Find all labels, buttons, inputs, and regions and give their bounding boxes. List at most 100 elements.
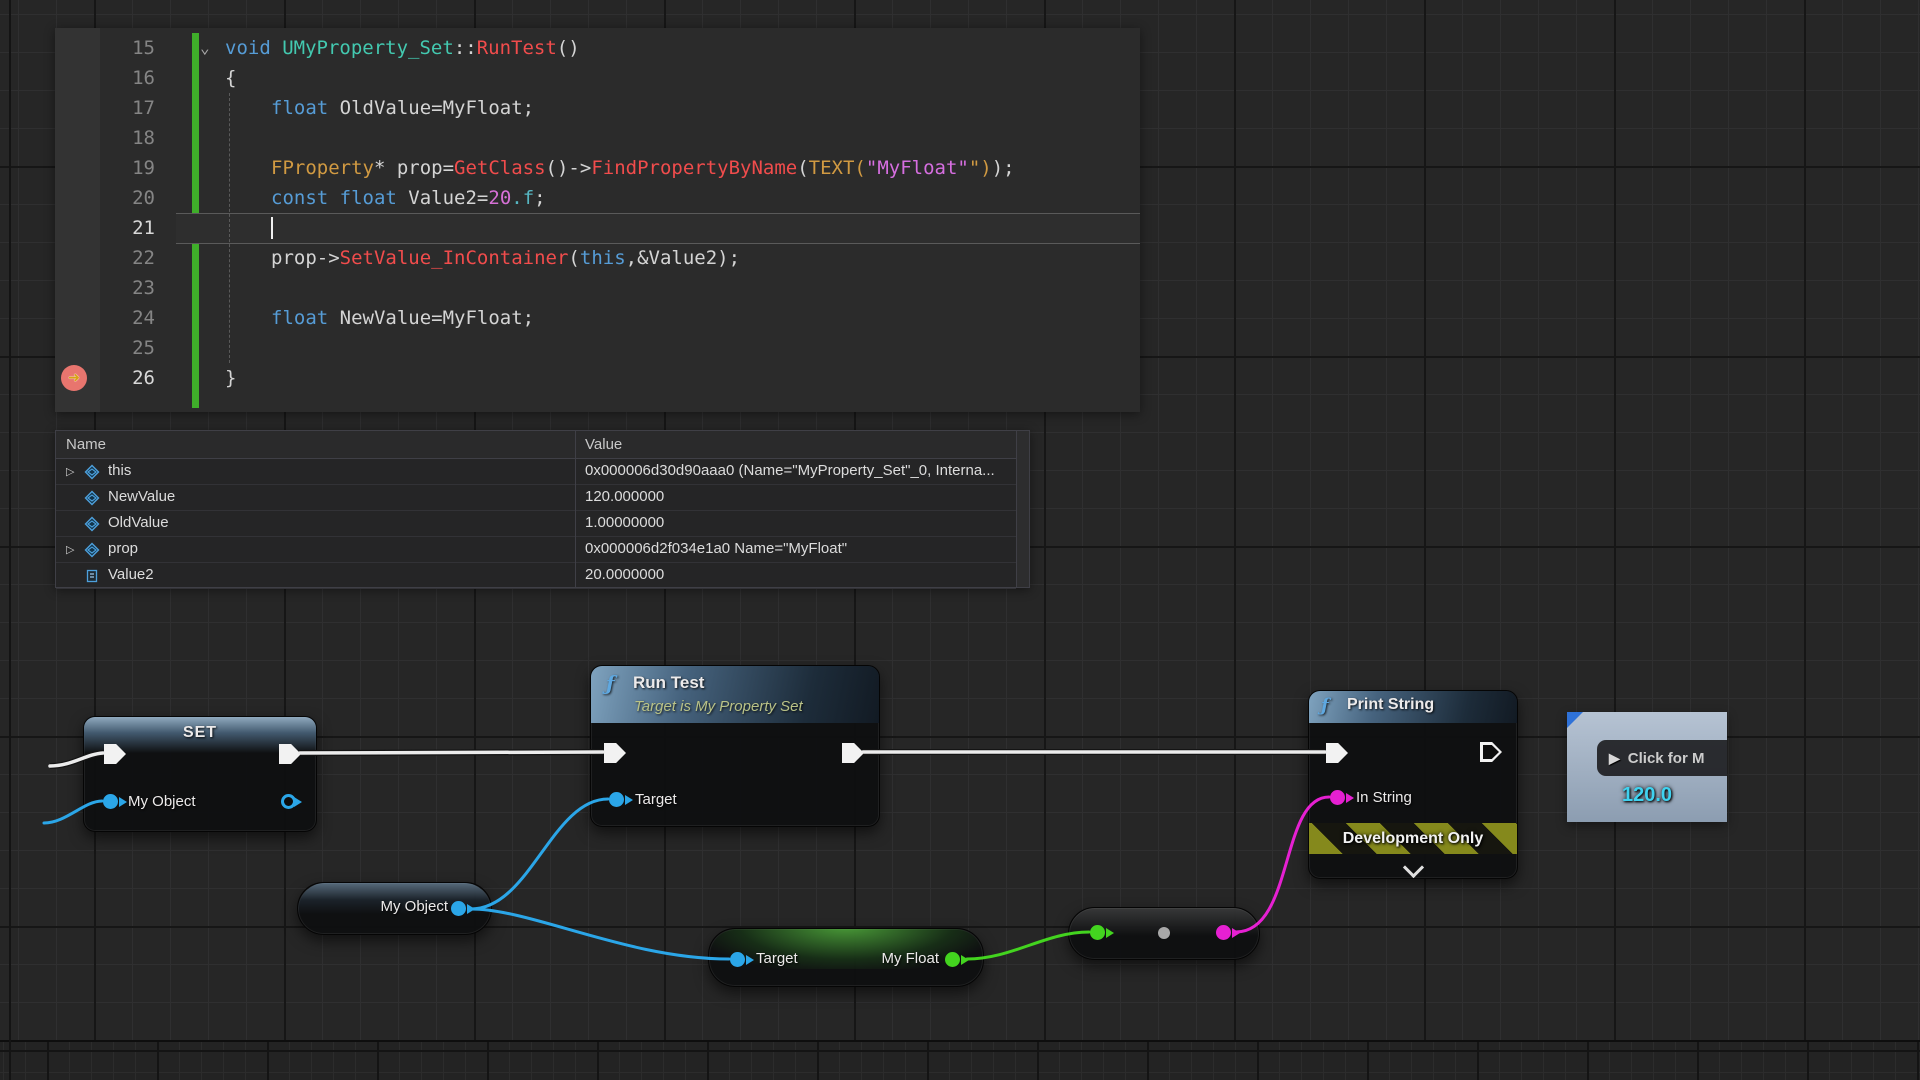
my-object-output-pin[interactable]	[451, 901, 466, 916]
print-string-in-string-label: In String	[1356, 789, 1412, 806]
local-variable-icon	[84, 567, 100, 593]
line-number: 16	[95, 63, 155, 93]
line-number: 23	[95, 273, 155, 303]
code-text: FProperty* prop=GetClass()->FindProperty…	[271, 153, 1015, 183]
code-text: float NewValue=MyFloat;	[271, 303, 534, 333]
get-my-float-output-label: My Float	[869, 950, 939, 967]
set-output-pin[interactable]	[281, 794, 296, 809]
conversion-dot-icon	[1158, 927, 1170, 939]
line-number: 18	[95, 123, 155, 153]
watch-scrollbar[interactable]	[1016, 431, 1029, 587]
node-run-test[interactable]: ƒ Run Test Target is My Property Set Tar…	[590, 665, 880, 827]
code-line-16[interactable]: 16 {	[55, 63, 1140, 93]
watch-window[interactable]: Name Value ▷ this 0x000006d30d90aaa0 (Name…	[55, 430, 1030, 588]
watch-value: 0x000006d30d90aaa0 (Name="MyProperty_Set…	[585, 458, 995, 484]
watch-name: this	[108, 458, 131, 484]
run-test-target-pin[interactable]	[609, 792, 624, 807]
line-number: 20	[95, 183, 155, 213]
code-line-22[interactable]: 22 prop->SetValue_InContainer(this,&Value…	[55, 243, 1140, 273]
code-line-26[interactable]: ➜ 26}	[55, 363, 1140, 393]
code-line-17[interactable]: 17 float OldValue=MyFloat;	[55, 93, 1140, 123]
code-text: const float Value2=20.f;	[271, 183, 546, 213]
column-name[interactable]: Name	[66, 431, 106, 458]
fold-chevron-icon[interactable]: ⌄	[200, 33, 210, 63]
conversion-input-pin[interactable]	[1090, 925, 1105, 940]
watch-value: 1.00000000	[585, 510, 664, 536]
indent-guide	[229, 93, 230, 363]
line-number: 26	[95, 363, 155, 393]
fine-grid-strip	[0, 1040, 1920, 1080]
instruction-pointer-breakpoint-icon[interactable]: ➜	[61, 365, 87, 391]
node-print-string[interactable]: ƒ Print String In String Development Onl…	[1308, 690, 1518, 879]
line-number: 19	[95, 153, 155, 183]
conversion-output-pin[interactable]	[1216, 925, 1231, 940]
line-number: 15	[95, 33, 155, 63]
code-line-24[interactable]: 24 float NewValue=MyFloat;	[55, 303, 1140, 333]
code-editor[interactable]: 15⌄void UMyProperty_Set::RunTest()16{17f…	[55, 28, 1140, 412]
print-string-in-string-pin[interactable]	[1330, 790, 1345, 805]
watch-row-Value2[interactable]: Value2 20.0000000	[56, 562, 1016, 589]
set-node-title: SET	[84, 724, 316, 742]
code-line-23[interactable]: 23	[55, 273, 1140, 303]
line-number: 21	[95, 213, 155, 243]
watch-header-row: Name Value	[56, 431, 1029, 459]
run-test-title: Run Test	[633, 673, 704, 693]
code-line-20[interactable]: 20 const float Value2=20.f;	[55, 183, 1140, 213]
graph-edge-line	[9, 0, 11, 1080]
run-test-subtitle: Target is My Property Set	[634, 698, 803, 715]
run-test-exec-in-pin[interactable]	[604, 743, 626, 763]
wire-exec-set-to-runtest[interactable]	[300, 752, 603, 753]
code-text: }	[225, 363, 236, 393]
watch-row-OldValue[interactable]: OldValue1.00000000	[56, 510, 1016, 537]
get-my-float-target-pin[interactable]	[730, 952, 745, 967]
watch-name: NewValue	[108, 484, 175, 510]
development-only-banner: Development Only	[1309, 823, 1517, 854]
watch-row-prop[interactable]: ▷ prop 0x000006d2f034e1a0 Name="MyFloat"	[56, 536, 1016, 563]
code-text: float OldValue=MyFloat;	[271, 93, 534, 123]
wire-object-myobject-to-get-target[interactable]	[471, 909, 729, 959]
line-number: 24	[95, 303, 155, 333]
set-my-object-pin-label: My Object	[128, 793, 196, 810]
watch-row-this[interactable]: ▷ this 0x000006d30d90aaa0 (Name="MyPropert…	[56, 458, 1016, 485]
debug-watch-bubble[interactable]: ▶ Click for M 120.0	[1567, 712, 1727, 822]
play-icon: ▶	[1609, 750, 1620, 767]
code-line-19[interactable]: 19 FProperty* prop=GetClass()->FindProper…	[55, 153, 1140, 183]
node-float-to-string-conversion[interactable]	[1068, 907, 1260, 960]
code-text: {	[225, 63, 236, 93]
my-object-getter-label: My Object	[353, 898, 448, 915]
code-text: void UMyProperty_Set::RunTest()	[225, 33, 580, 63]
code-text: prop->SetValue_InContainer(this,&Value2)…	[271, 243, 740, 273]
code-line-18[interactable]: 18	[55, 123, 1140, 153]
get-my-float-target-label: Target	[756, 950, 798, 967]
column-divider[interactable]	[575, 431, 576, 587]
watch-value: 120.000000	[585, 484, 664, 510]
watch-value: 0x000006d2f034e1a0 Name="MyFloat"	[585, 536, 847, 562]
column-value[interactable]: Value	[585, 431, 622, 458]
node-get-my-float[interactable]: Target My Float	[708, 928, 984, 987]
expander-icon[interactable]: ▷	[66, 537, 74, 563]
expander-icon[interactable]: ▷	[66, 459, 74, 485]
chevron-down-icon[interactable]	[1403, 857, 1424, 878]
watch-name: Value2	[108, 562, 154, 588]
set-my-object-input-pin[interactable]	[103, 794, 118, 809]
watch-name: prop	[108, 536, 138, 562]
get-my-float-output-pin[interactable]	[945, 952, 960, 967]
line-number: 22	[95, 243, 155, 273]
code-line-25[interactable]: 25	[55, 333, 1140, 363]
print-string-exec-out-pin[interactable]	[1480, 742, 1502, 762]
code-line-15[interactable]: 15 ⌄ void UMyProperty_Set::RunTest()	[55, 33, 1140, 63]
code-line-21[interactable]: 21	[55, 213, 1140, 243]
watch-row-NewValue[interactable]: NewValue 120.000000	[56, 484, 1016, 511]
run-test-exec-out-pin[interactable]	[842, 743, 864, 763]
wire-object-myobject-to-runtest-target[interactable]	[471, 799, 608, 909]
line-number: 25	[95, 333, 155, 363]
print-string-title: Print String	[1347, 696, 1434, 714]
line-number: 17	[95, 93, 155, 123]
function-icon: ƒ	[1321, 695, 1329, 716]
node-my-object-getter[interactable]: My Object	[297, 882, 492, 935]
click-for-more-button[interactable]: ▶ Click for M	[1597, 740, 1727, 776]
click-for-more-label: Click for M	[1628, 750, 1705, 767]
watch-value: 20.0000000	[585, 562, 664, 588]
node-set-my-object[interactable]: SET My Object	[83, 716, 317, 832]
print-string-exec-in-pin[interactable]	[1326, 743, 1348, 763]
